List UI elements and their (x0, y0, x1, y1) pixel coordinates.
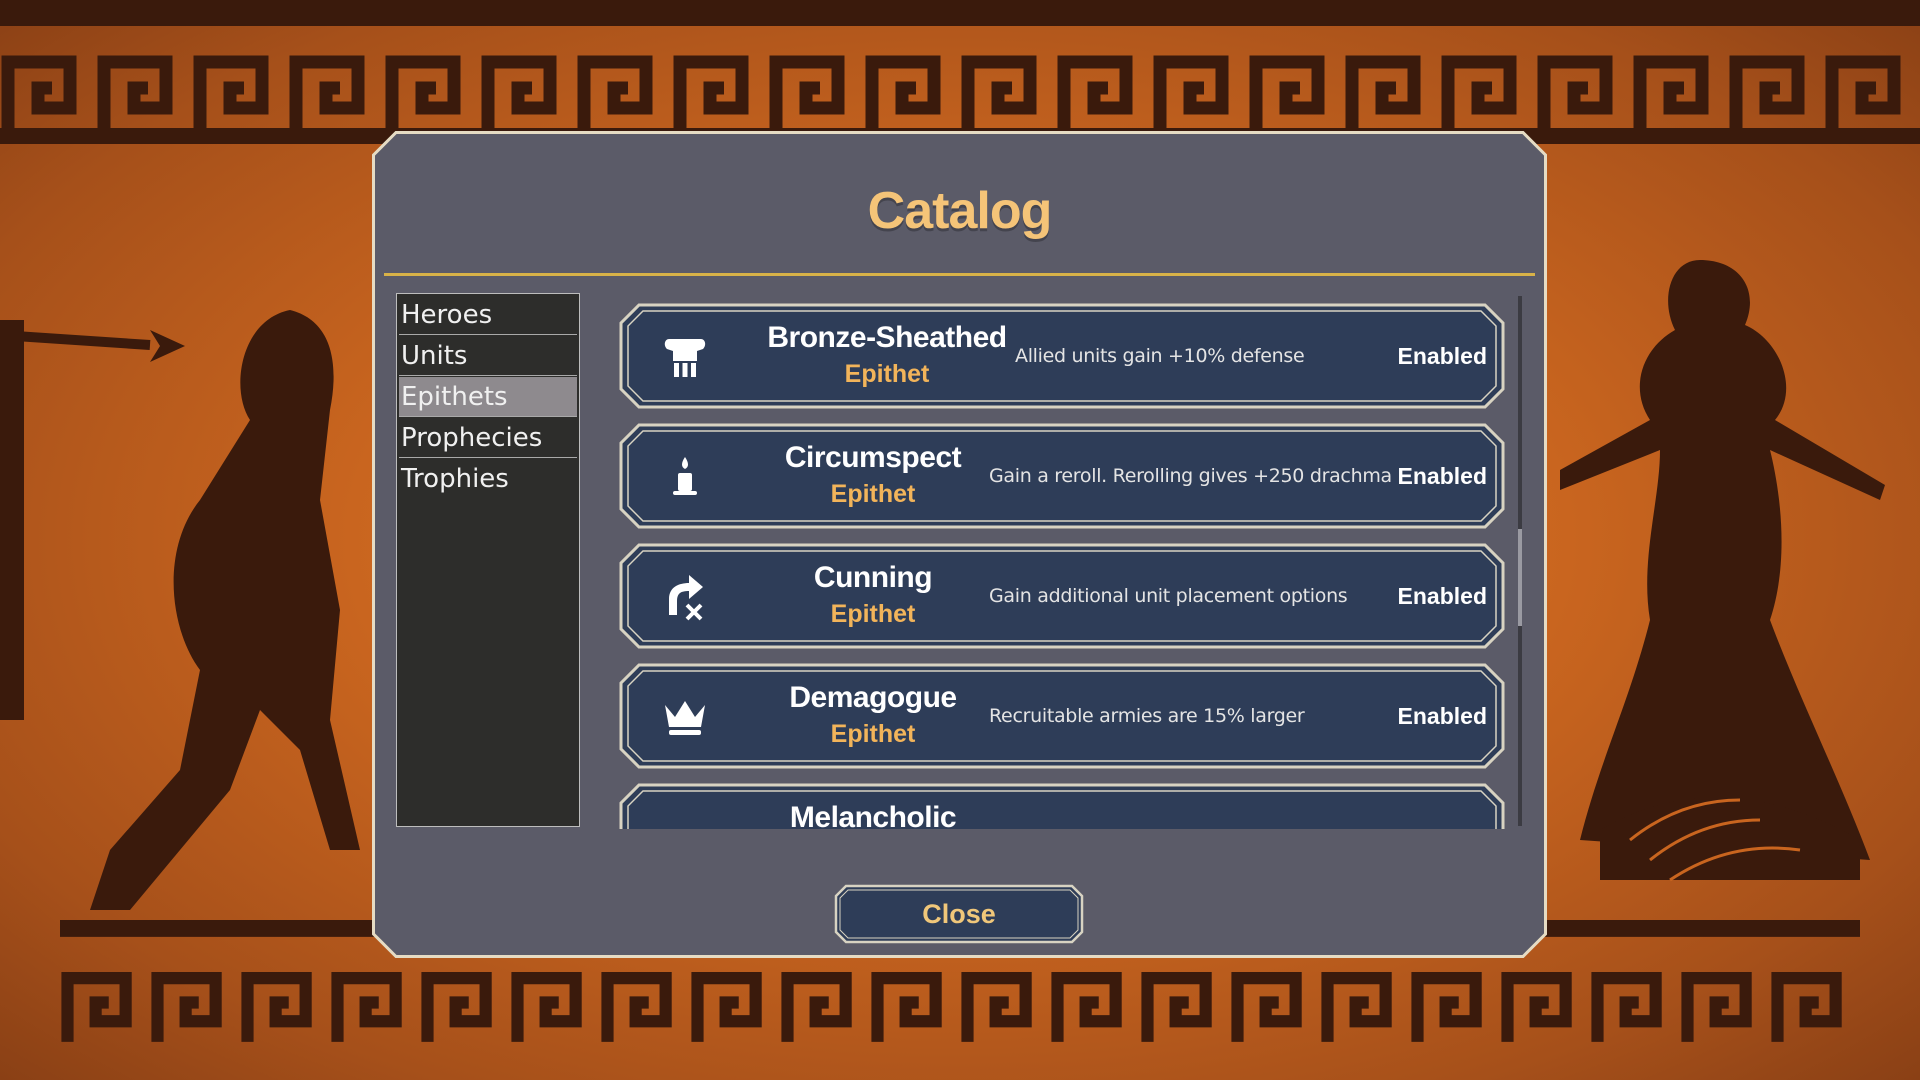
list-item[interactable]: Bronze-Sheathed Epithet Allied units gai… (619, 303, 1505, 409)
list-item[interactable]: Circumspect Epithet Gain a reroll. Rerol… (619, 423, 1505, 529)
close-button[interactable]: Close (834, 884, 1084, 944)
status-badge: Enabled (1397, 703, 1487, 729)
turn-arrow-icon (659, 571, 711, 623)
sidebar-item-prophecies[interactable]: Prophecies (399, 418, 577, 458)
epithet-name: Circumspect (784, 441, 962, 474)
sidebar-item-heroes[interactable]: Heroes (399, 295, 577, 335)
scrollbar-thumb[interactable] (1518, 529, 1522, 626)
warrior-silhouette (0, 310, 360, 910)
category-sidebar: Heroes Units Epithets Prophecies Trophie… (396, 293, 580, 827)
armor-icon (659, 331, 711, 383)
sidebar-item-trophies[interactable]: Trophies (399, 459, 577, 499)
sidebar-item-units[interactable]: Units (399, 336, 577, 376)
epithet-description: Recruitable armies are 15% larger (989, 705, 1305, 727)
status-badge: Enabled (1397, 343, 1487, 369)
status-badge: Enabled (1397, 583, 1487, 609)
candle-icon (659, 451, 711, 503)
epithet-name: Bronze-Sheathed (767, 321, 1007, 354)
status-badge: Enabled (1397, 463, 1487, 489)
arrows-icon (659, 811, 711, 829)
list-item[interactable]: Melancholic (619, 783, 1505, 829)
epithet-type: Epithet (830, 720, 916, 748)
close-button-label: Close (922, 899, 996, 929)
sidebar-item-epithets[interactable]: Epithets (399, 377, 577, 417)
epithet-description: Gain a reroll. Rerolling gives +250 drac… (989, 465, 1392, 487)
epithet-description: Gain additional unit placement options (989, 585, 1348, 607)
epithet-name: Cunning (813, 561, 933, 594)
epithet-list[interactable]: Bronze-Sheathed Epithet Allied units gai… (619, 303, 1505, 829)
epithet-name: Melancholic (789, 801, 957, 829)
dialog-title: Catalog (867, 182, 1052, 240)
epithet-type: Epithet (830, 480, 916, 508)
list-item[interactable]: Demagogue Epithet Recruitable armies are… (619, 663, 1505, 769)
epithet-type: Epithet (844, 360, 930, 388)
title-divider (384, 273, 1535, 276)
catalog-dialog: Catalog Heroes Units Epithets Prophecies… (372, 131, 1547, 958)
epithet-type: Epithet (830, 600, 916, 628)
list-item[interactable]: Cunning Epithet Gain additional unit pla… (619, 543, 1505, 649)
crown-icon (659, 691, 711, 743)
epithet-description: Allied units gain +10% defense (1015, 345, 1305, 367)
greek-key-border-top (0, 0, 1920, 144)
goddess-silhouette (1560, 260, 1885, 882)
epithet-name: Demagogue (789, 681, 957, 714)
